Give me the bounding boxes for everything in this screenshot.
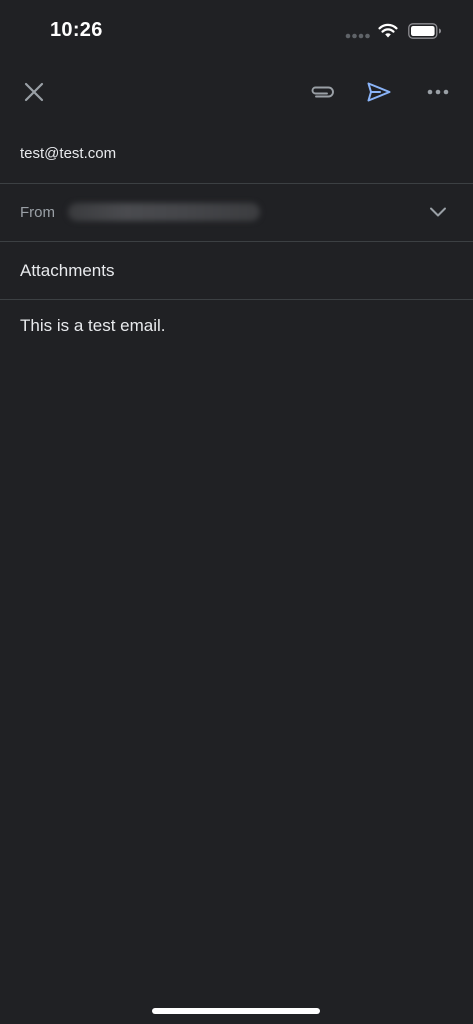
more-horizontal-icon bbox=[427, 89, 449, 95]
to-recipient[interactable]: test@test.com bbox=[20, 145, 116, 162]
to-field[interactable]: test@test.com bbox=[0, 125, 473, 184]
status-time: 10:26 bbox=[50, 19, 103, 41]
send-button[interactable] bbox=[361, 74, 397, 110]
home-indicator[interactable] bbox=[152, 1008, 320, 1014]
from-address-redacted bbox=[68, 203, 260, 221]
status-bar: 10:26 bbox=[0, 0, 473, 62]
wifi-icon bbox=[378, 23, 398, 38]
attachments-field[interactable]: Attachments bbox=[0, 242, 473, 300]
paperclip-icon bbox=[311, 86, 334, 98]
more-options-button[interactable] bbox=[420, 74, 456, 110]
attachments-label: Attachments bbox=[20, 261, 115, 280]
from-field[interactable]: From bbox=[0, 184, 473, 242]
battery-icon bbox=[408, 23, 441, 39]
compose-toolbar bbox=[0, 62, 473, 120]
close-button[interactable] bbox=[16, 74, 52, 110]
send-icon bbox=[367, 82, 391, 102]
compose-screen: 10:26 test@test.com From Attachments Thi… bbox=[0, 0, 473, 1024]
cellular-signal-icon bbox=[345, 33, 370, 39]
close-icon bbox=[24, 82, 44, 102]
attach-button[interactable] bbox=[304, 74, 340, 110]
email-body[interactable]: This is a test email. bbox=[20, 316, 166, 336]
chevron-down-icon[interactable] bbox=[428, 204, 448, 220]
from-label: From bbox=[20, 204, 55, 221]
